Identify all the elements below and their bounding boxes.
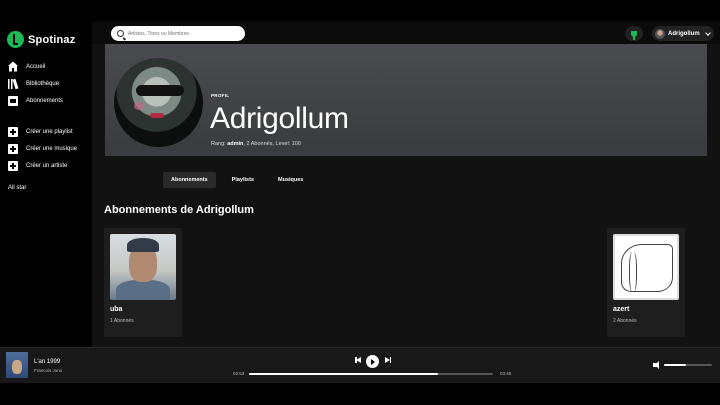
volume-icon[interactable] [653, 361, 659, 369]
sidebar-item-create-playlist[interactable]: Créer une playlist [8, 123, 92, 140]
avatar [655, 28, 665, 39]
card-title: azert [613, 306, 630, 313]
top-letterbox [0, 0, 720, 22]
profile-stats: , 2 Abonnés, Level: 100 [243, 141, 301, 147]
main-nav: Accueil Bibliothèque Abonnements [8, 58, 92, 109]
app-logo[interactable]: Spotinaz [7, 31, 75, 48]
profile-header: PROFIL Adrigollum Rang: admin, 2 Abonnés… [105, 44, 707, 156]
section-title: Abonnements de Adrigollum [104, 204, 254, 216]
track-title[interactable]: L'an 1999 [34, 359, 60, 365]
tab-musics[interactable]: Musiques [270, 172, 311, 188]
profile-meta: Rang: admin, 2 Abonnés, Level: 100 [211, 141, 301, 147]
search-input[interactable] [128, 30, 238, 37]
play-button[interactable] [366, 355, 379, 368]
track-artist[interactable]: Francois Juno [34, 368, 62, 373]
subscription-card[interactable]: azert 2 Abonnés [607, 228, 685, 337]
search-icon [117, 30, 124, 37]
current-time: 02:53 [233, 371, 245, 376]
sidebar-item-label: Bibliothèque [26, 80, 60, 87]
profile-picture [114, 58, 203, 147]
volume-slider[interactable] [664, 364, 712, 366]
card-title: uba [110, 306, 123, 313]
bottom-letterbox [0, 383, 720, 405]
card-subtitle: 2 Abonnés [613, 318, 637, 324]
add-playlist-icon [8, 126, 18, 137]
sidebar-item-subscriptions[interactable]: Abonnements [8, 92, 92, 109]
sidebar-item-create-artist[interactable]: Créer un artiste [8, 157, 92, 174]
rang-label: Rang: [211, 141, 226, 147]
chevron-down-icon [704, 29, 711, 36]
logo-icon [7, 31, 24, 48]
page-title: Adrigollum [210, 102, 349, 135]
subscription-card[interactable]: uba 1 Abonnés [104, 228, 182, 337]
add-artist-icon [8, 160, 18, 171]
library-icon [8, 78, 18, 89]
album-cover [6, 352, 28, 378]
previous-track-icon[interactable] [355, 357, 361, 363]
trophy-icon [631, 30, 637, 40]
user-menu-button[interactable]: Adrigollum [652, 26, 714, 41]
sidebar-item-label: Créer une musique [26, 145, 78, 152]
trophy-button[interactable] [625, 26, 643, 41]
sidebar-item-home[interactable]: Accueil [8, 58, 92, 75]
subscriptions-icon [8, 95, 18, 106]
progress-bar[interactable] [249, 372, 493, 375]
card-subtitle: 1 Abonnés [110, 318, 134, 324]
card-image [613, 234, 679, 300]
tab-subscriptions[interactable]: Abonnements [163, 172, 216, 188]
sidebar-item-label: Accueil [26, 63, 46, 70]
create-nav: Créer une playlist Créer une musique Cré… [8, 123, 92, 174]
sidebar-item-label: Créer un artiste [26, 162, 68, 169]
player-bar: L'an 1999 Francois Juno 02:53 03:40 [0, 347, 720, 383]
home-icon [8, 61, 18, 72]
volume-fill [664, 364, 686, 366]
main-content: Adrigollum PROFIL Adrigollum Rang: admin… [92, 22, 720, 347]
sidebar: Spotinaz Accueil Bibliothèque Abonnement… [0, 22, 92, 347]
card-image [110, 234, 176, 300]
search-bar[interactable] [111, 26, 245, 41]
next-track-icon[interactable] [385, 357, 391, 363]
user-name: Adrigollum [668, 30, 700, 37]
profile-tabs: Abonnements Playlists Musiques [163, 172, 311, 188]
sidebar-item-label: Abonnements [26, 97, 64, 104]
tab-playlists[interactable]: Playlists [224, 172, 262, 188]
progress-fill [249, 372, 439, 375]
add-music-icon [8, 143, 18, 154]
sidebar-item-create-music[interactable]: Créer une musique [8, 140, 92, 157]
sidebar-item-label: Créer une playlist [26, 128, 73, 135]
sidebar-item-library[interactable]: Bibliothèque [8, 75, 92, 92]
top-bar: Adrigollum [92, 22, 720, 44]
rang-value: admin [227, 141, 244, 147]
profile-kicker: PROFIL [211, 93, 230, 98]
total-time: 03:40 [500, 371, 512, 376]
app-name: Spotinaz [28, 33, 76, 46]
sidebar-item-all-star[interactable]: All star [8, 185, 26, 191]
